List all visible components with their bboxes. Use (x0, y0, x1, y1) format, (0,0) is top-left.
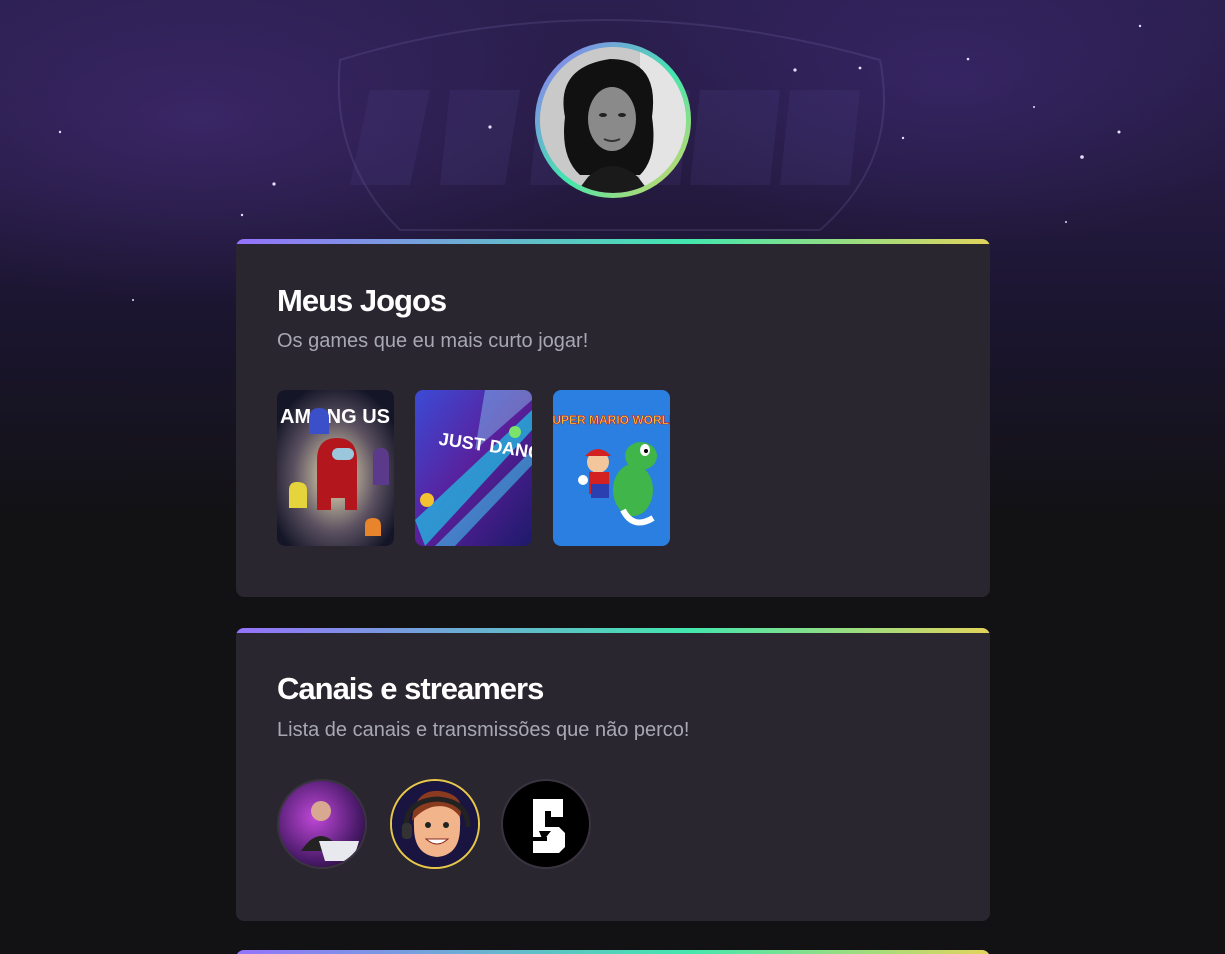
streamers-title: Canais e streamers (277, 671, 544, 706)
streamers-card: Canais e streamers Lista de canais e tra… (236, 628, 990, 921)
next-card (236, 950, 990, 954)
streamers-subtitle: Lista de canais e transmissões que não p… (277, 719, 690, 741)
games-subtitle: Os games que eu mais curto jogar! (277, 330, 589, 352)
game-title-among-us: AMONG US (280, 406, 390, 428)
streamer-avatar-2[interactable] (390, 779, 480, 869)
streamer-avatar-3[interactable] (501, 779, 591, 869)
games-title: Meus Jogos (277, 283, 447, 318)
streamer-avatar-1[interactable] (277, 779, 367, 869)
games-card: Meus Jogos Os games que eu mais curto jo… (236, 239, 990, 597)
game-cover-super-mario-world[interactable]: SUPER MARIO WORLD (553, 390, 670, 546)
game-cover-among-us[interactable]: AMONG US (277, 390, 394, 546)
game-cover-just-dance[interactable]: JUST DANCE 2022 (415, 390, 532, 546)
game-title-super-mario-world: SUPER MARIO WORLD (553, 413, 670, 427)
profile-avatar[interactable] (535, 42, 691, 198)
profile-photo (540, 47, 686, 193)
